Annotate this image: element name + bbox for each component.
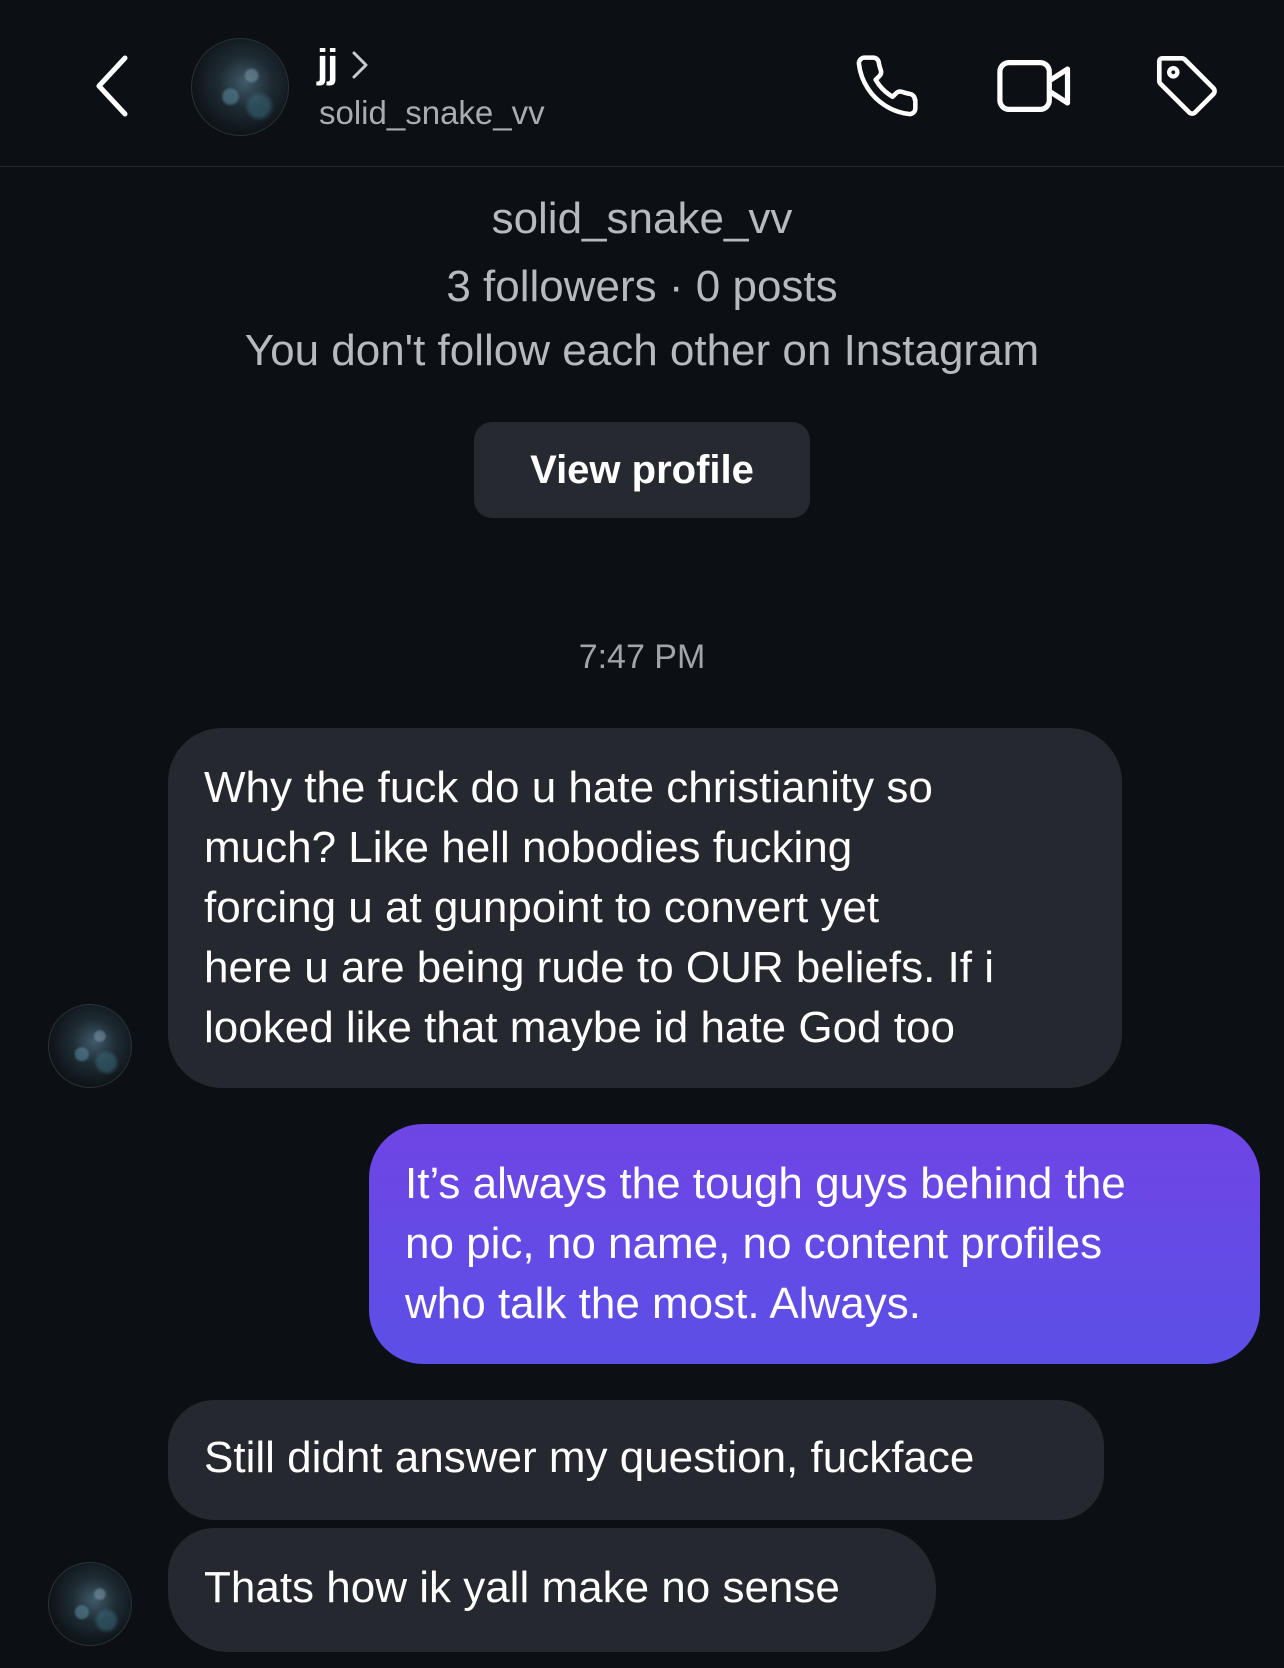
- follow-status: You don't follow each other on Instagram: [244, 326, 1040, 375]
- back-button[interactable]: [78, 46, 148, 126]
- video-call-button[interactable]: [996, 48, 1074, 124]
- view-profile-button[interactable]: View profile: [474, 422, 810, 518]
- contact-name-link[interactable]: jj: [317, 42, 369, 87]
- profile-username: solid_snake_vv: [491, 194, 793, 243]
- tag-icon: [1156, 55, 1217, 116]
- message-bubble-incoming[interactable]: Why the fuck do u hate christianity so m…: [168, 728, 1122, 1088]
- chevron-left-icon: [96, 55, 128, 117]
- message-line: no pic, no name, no content profiles: [405, 1219, 1103, 1268]
- phone-icon: [856, 55, 918, 117]
- chevron-right-icon: [352, 51, 368, 78]
- video-camera-icon: [997, 60, 1071, 112]
- profile-stats: 3 followers · 0 posts: [446, 262, 838, 311]
- sender-avatar[interactable]: [48, 1562, 132, 1646]
- message-bubble-incoming[interactable]: Still didnt answer my question, fuckface: [168, 1400, 1104, 1520]
- sender-avatar[interactable]: [48, 1004, 132, 1088]
- message-bubble-outgoing[interactable]: It’s always the tough guys behind the no…: [369, 1124, 1260, 1364]
- message-timestamp: 7:47 PM: [578, 638, 706, 676]
- message-bubble-incoming[interactable]: Thats how ik yall make no sense: [168, 1528, 936, 1652]
- avatar[interactable]: [191, 38, 289, 136]
- contact-username: solid_snake_vv: [319, 94, 545, 131]
- message-line: Still didnt answer my question, fuckface: [204, 1433, 975, 1482]
- call-button[interactable]: [848, 48, 926, 124]
- message-line: Thats how ik yall make no sense: [204, 1563, 840, 1612]
- message-line: who talk the most. Always.: [405, 1279, 921, 1328]
- message-line: looked like that maybe id hate God too: [204, 1003, 955, 1052]
- tag-button[interactable]: [1148, 48, 1226, 124]
- contact-display-name: jj: [317, 42, 338, 86]
- message-line: Why the fuck do u hate christianity so: [204, 763, 933, 812]
- message-line: much? Like hell nobodies fucking: [204, 823, 853, 872]
- message-line: forcing u at gunpoint to convert yet: [204, 883, 880, 932]
- message-line: It’s always the tough guys behind the: [405, 1159, 1126, 1208]
- message-line: here u are being rude to OUR beliefs. If…: [204, 943, 994, 992]
- chat-header: jj solid_snake_vv: [0, 0, 1284, 167]
